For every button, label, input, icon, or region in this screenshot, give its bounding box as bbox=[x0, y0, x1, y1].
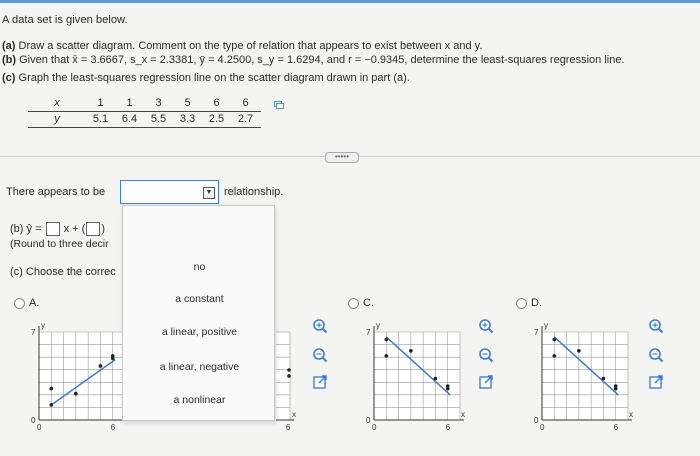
dropdown-option-linear-positive[interactable]: a linear, positive bbox=[123, 326, 276, 338]
data-point bbox=[409, 349, 413, 353]
y-header: y bbox=[54, 113, 60, 125]
y-tick-label: 0 bbox=[366, 416, 371, 425]
choice-c-label: C. bbox=[363, 297, 374, 309]
data-point bbox=[601, 376, 606, 381]
relationship-select[interactable]: ▼ bbox=[120, 180, 219, 204]
part-c-instruction: (c) Graph the least-squares regression l… bbox=[2, 72, 410, 84]
x-cell: 1 bbox=[97, 97, 104, 109]
data-point bbox=[49, 403, 54, 407]
dropdown-option-nonlinear[interactable]: a nonlinear bbox=[123, 394, 276, 406]
question-suffix: relationship. bbox=[224, 186, 284, 198]
x-tick-label: 6 bbox=[614, 423, 619, 432]
choice-a-label: A. bbox=[29, 297, 40, 309]
x-tick-label: 0 bbox=[540, 423, 545, 432]
zoom-out-icon[interactable] bbox=[312, 347, 328, 363]
dropdown-option-constant[interactable]: a constant bbox=[123, 293, 276, 305]
plot-area bbox=[542, 332, 628, 420]
choice-d-label: D. bbox=[531, 297, 542, 309]
x-cell: 3 bbox=[155, 97, 162, 109]
part-b-answer-line: (b) ŷ = x + () bbox=[10, 222, 106, 236]
y-axis-label: y bbox=[376, 321, 380, 330]
more-button[interactable]: ••••• bbox=[325, 152, 359, 163]
y-cell: 2.7 bbox=[237, 113, 254, 125]
x-cell: 5 bbox=[184, 97, 191, 109]
slope-input[interactable] bbox=[45, 222, 60, 236]
zoom-in-icon[interactable] bbox=[312, 318, 328, 334]
dropdown-option-linear-negative[interactable]: a linear, negative bbox=[123, 361, 276, 373]
zoom-out-icon[interactable] bbox=[648, 347, 664, 363]
data-point bbox=[384, 354, 389, 358]
y-tick-label: 0 bbox=[534, 416, 539, 425]
x-tick-label: 6 bbox=[446, 423, 451, 432]
chevron-down-icon[interactable]: ▼ bbox=[203, 187, 215, 199]
y-tick-label: 7 bbox=[31, 328, 36, 337]
data-point bbox=[287, 368, 291, 372]
intro-text: A data set is given below. bbox=[2, 14, 128, 26]
y-cell: 5.5 bbox=[150, 113, 167, 125]
plot-area bbox=[39, 332, 125, 420]
x-header: x bbox=[54, 97, 60, 109]
y-cell: 2.5 bbox=[208, 113, 225, 125]
part-a-instruction: (a) Draw a scatter diagram. Comment on t… bbox=[2, 40, 483, 52]
data-point bbox=[433, 376, 438, 381]
round-note: (Round to three decir bbox=[10, 238, 109, 250]
data-table: x 1 1 3 5 6 6 y 5.1 6.4 5.5 3.3 2.5 2.7 bbox=[28, 96, 261, 128]
data-point bbox=[552, 354, 557, 358]
intercept-input[interactable] bbox=[86, 222, 101, 236]
x-axis-label: x bbox=[461, 410, 465, 419]
plot-area bbox=[374, 332, 460, 420]
data-point bbox=[613, 384, 618, 388]
data-point bbox=[577, 349, 581, 353]
data-point bbox=[110, 356, 115, 361]
zoom-in-icon[interactable] bbox=[478, 318, 494, 334]
y-tick-label: 0 bbox=[31, 416, 36, 425]
y-cell: 6.4 bbox=[121, 113, 138, 125]
x-cell: 6 bbox=[213, 97, 220, 109]
top-accent-bar bbox=[0, 0, 700, 3]
data-point bbox=[384, 337, 389, 342]
external-link-icon[interactable] bbox=[478, 374, 494, 390]
x-tick-label: 0 bbox=[372, 423, 377, 432]
external-link-icon[interactable] bbox=[312, 374, 328, 390]
choice-c-radio[interactable] bbox=[348, 298, 359, 309]
zoom-out-icon[interactable] bbox=[478, 347, 494, 363]
y-tick-label: 7 bbox=[366, 328, 371, 337]
choice-d-radio[interactable] bbox=[516, 298, 527, 309]
x-cell: 1 bbox=[126, 97, 133, 109]
y-tick-label: 7 bbox=[534, 328, 539, 337]
copy-data-icon[interactable] bbox=[274, 101, 284, 109]
dropdown-option-no[interactable]: no bbox=[123, 261, 276, 273]
x-tick-label: 0 bbox=[37, 423, 42, 432]
data-point bbox=[49, 386, 54, 391]
question-prefix: There appears to be bbox=[6, 186, 106, 198]
x-cell: 6 bbox=[242, 97, 249, 109]
external-link-icon[interactable] bbox=[648, 374, 664, 390]
x-tick-label: 6 bbox=[111, 423, 116, 432]
part-b-instruction: (b) Given that x̄ = 3.6667, s_x = 2.3381… bbox=[2, 54, 625, 66]
choice-a-graph: yx7006 bbox=[31, 321, 130, 432]
data-point bbox=[98, 364, 103, 368]
y-axis-label: y bbox=[544, 321, 548, 330]
choice-a-radio[interactable] bbox=[14, 298, 25, 309]
choice-c-graph: y x 7 00 6 bbox=[366, 321, 465, 432]
zoom-in-icon[interactable] bbox=[648, 318, 664, 334]
x-axis-label: x bbox=[292, 410, 296, 419]
relationship-dropdown-menu: no a constant a linear, positive a linea… bbox=[122, 205, 275, 421]
x-row: x 1 1 3 5 6 6 bbox=[28, 96, 261, 112]
y-cell: 3.3 bbox=[179, 113, 196, 125]
data-point bbox=[287, 374, 291, 378]
x-axis-label: x bbox=[629, 410, 633, 419]
data-point bbox=[552, 337, 557, 342]
y-row: y 5.1 6.4 5.5 3.3 2.5 2.7 bbox=[28, 112, 261, 128]
choice-b-graph-partial: x6 bbox=[276, 331, 296, 432]
y-cell: 5.1 bbox=[92, 113, 109, 125]
choice-d-graph: y x 7 00 6 bbox=[534, 321, 633, 432]
data-point bbox=[445, 384, 450, 388]
x-tick-label: 6 bbox=[286, 423, 291, 432]
data-point bbox=[74, 391, 78, 396]
y-axis-label: y bbox=[41, 321, 45, 330]
part-c-prompt: (c) Choose the correc bbox=[10, 266, 116, 278]
